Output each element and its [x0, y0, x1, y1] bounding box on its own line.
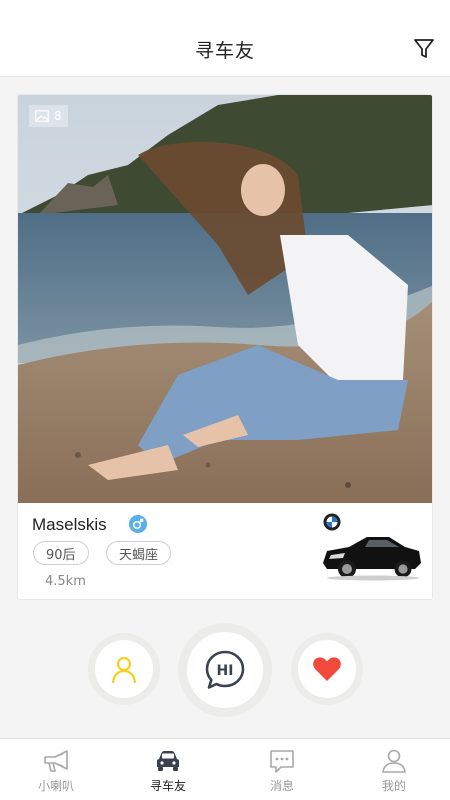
tag-age: 90后 [33, 541, 89, 565]
filter-icon [414, 39, 434, 58]
tab-messages[interactable]: 消息 [226, 739, 338, 800]
car-image [323, 537, 421, 581]
tab-broadcast[interactable]: 小喇叭 [0, 739, 112, 800]
tab-me[interactable]: 我的 [338, 739, 450, 800]
photo-count-badge[interactable]: 8 [29, 105, 68, 127]
male-icon [129, 515, 147, 533]
bottom-tab-bar: 小喇叭 寻车友 消息 我的 [0, 738, 450, 800]
distance-text: 4.5km [45, 574, 86, 589]
profile-card[interactable]: 8 Maselskis 90后 天蝎座 4.5km [17, 94, 433, 600]
like-button[interactable] [291, 633, 363, 705]
car-icon [157, 751, 179, 771]
page-title: 寻车友 [194, 40, 255, 62]
top-header: 寻车友 [0, 0, 450, 77]
photo-count: 8 [54, 109, 62, 123]
user-name: Maselskis [32, 515, 107, 534]
tab-find-car-friends[interactable]: 寻车友 [112, 739, 224, 800]
message-icon [270, 750, 294, 773]
say-hi-button[interactable]: HI [178, 623, 272, 717]
tab-label: 我的 [381, 779, 406, 793]
image-icon [35, 110, 49, 122]
filter-button[interactable] [412, 37, 436, 61]
tab-label: 小喇叭 [37, 779, 74, 793]
heart-icon [313, 657, 341, 681]
profile-photo[interactable] [18, 95, 433, 503]
hi-label: HI [217, 663, 234, 679]
person-icon [111, 656, 137, 684]
tab-label: 寻车友 [149, 779, 186, 793]
tab-label: 消息 [269, 779, 294, 793]
view-profile-button[interactable] [88, 633, 160, 705]
chat-hi-icon: HI [205, 650, 245, 689]
user-icon [382, 749, 406, 773]
tag-zodiac: 天蝎座 [106, 541, 172, 565]
megaphone-icon [44, 750, 68, 772]
